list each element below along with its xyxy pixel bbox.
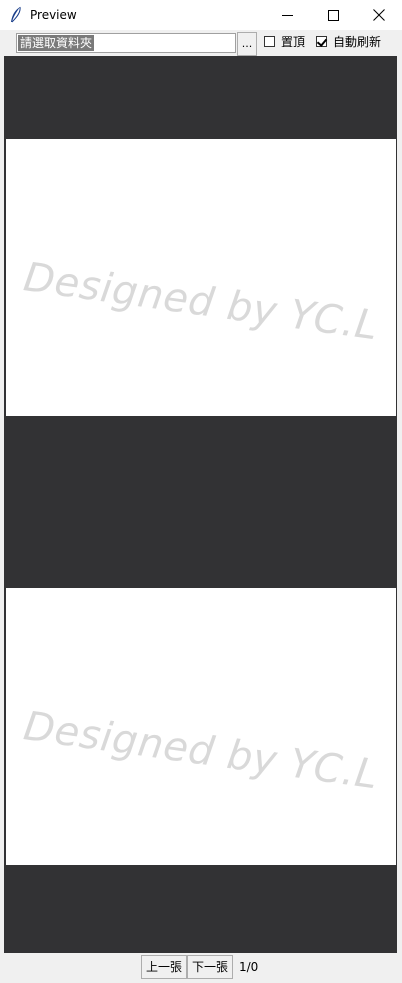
watermark-text: Designed by YC.L <box>20 703 381 799</box>
maximize-icon <box>327 9 339 21</box>
feather-icon <box>11 6 21 23</box>
folder-path-input[interactable]: 請選取資料夾 <box>16 33 236 53</box>
pin-top-checkbox[interactable] <box>264 36 275 47</box>
preview-canvas[interactable]: Designed by YC.L Designed by YC.L <box>4 56 397 953</box>
auto-refresh-checkbox[interactable] <box>316 36 327 47</box>
close-icon <box>373 9 385 21</box>
minimize-button[interactable] <box>264 0 310 30</box>
navigation-bar: 上一張 下一張 1/0 <box>0 953 402 983</box>
close-button[interactable] <box>356 0 402 30</box>
browse-folder-button[interactable]: ... <box>237 32 257 56</box>
page-counter: 1/0 <box>239 960 259 974</box>
previous-image-button[interactable]: 上一張 <box>141 955 188 979</box>
next-image-button[interactable]: 下一張 <box>187 955 234 979</box>
minimize-icon <box>281 14 293 16</box>
preview-image-panel: Designed by YC.L <box>6 139 396 416</box>
watermark-text: Designed by YC.L <box>20 254 381 350</box>
pin-top-label[interactable]: 置頂 <box>281 34 305 50</box>
preview-image-panel: Designed by YC.L <box>6 588 396 865</box>
auto-refresh-label[interactable]: 自動刷新 <box>333 34 381 50</box>
window-title: Preview <box>30 8 77 22</box>
folder-path-placeholder: 請選取資料夾 <box>18 35 95 51</box>
title-bar: Preview <box>0 0 402 30</box>
preview-window: Preview 請選取資料夾 ... 置頂 自動刷新 Designed by Y… <box>0 0 402 983</box>
maximize-button[interactable] <box>310 0 356 30</box>
